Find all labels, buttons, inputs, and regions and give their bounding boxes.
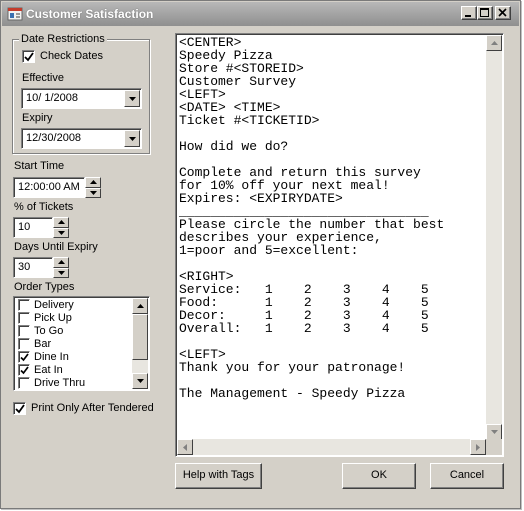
arrow-down-icon: [58, 271, 65, 275]
effective-date-value: 10/ 1/2008: [26, 92, 78, 104]
minimize-icon: [465, 15, 471, 17]
scrollbar-corner: [486, 439, 502, 455]
effective-label: Effective: [22, 72, 64, 84]
editor-horizontal-scrollbar[interactable]: [177, 439, 486, 455]
order-type-label: Delivery: [34, 299, 74, 311]
template-editor[interactable]: <CENTER> Speedy Pizza Store #<STOREID> C…: [175, 33, 504, 457]
order-types-scrollbar[interactable]: [132, 298, 148, 389]
app-icon: [7, 7, 23, 21]
arrow-up-icon: [90, 180, 97, 184]
order-type-checkbox[interactable]: [18, 312, 30, 324]
check-mark-icon: [15, 404, 25, 414]
close-button[interactable]: [495, 6, 511, 20]
help-with-tags-button[interactable]: Help with Tags: [175, 463, 262, 489]
maximize-icon: [480, 8, 489, 17]
effective-dropdown-button[interactable]: [124, 90, 140, 107]
arrow-left-icon: [183, 444, 187, 451]
order-type-checkbox[interactable]: [18, 338, 30, 350]
arrow-up-icon: [58, 260, 65, 264]
arrow-right-icon: [476, 444, 480, 451]
ok-button[interactable]: OK: [342, 463, 416, 489]
order-type-label: Eat In: [34, 364, 63, 376]
check-dates-label: Check Dates: [40, 50, 103, 62]
editor-vertical-scrollbar[interactable]: [486, 35, 502, 440]
order-type-label: Drive Thru: [34, 377, 86, 389]
start-time-value: 12:00:00 AM: [18, 181, 80, 193]
check-mark-icon: [24, 52, 34, 62]
arrow-up-icon: [491, 41, 498, 45]
effective-date-picker[interactable]: 10/ 1/2008: [21, 88, 142, 109]
order-types-scroll-thumb[interactable]: [132, 314, 148, 360]
title-bar[interactable]: Customer Satisfaction: [2, 2, 519, 26]
order-type-label: Pick Up: [34, 312, 72, 324]
arrow-up-icon: [58, 220, 65, 224]
days-until-expiry-up-button[interactable]: [53, 257, 69, 268]
chevron-down-icon: [129, 137, 136, 141]
arrow-down-icon: [491, 430, 498, 434]
arrow-down-icon: [58, 231, 65, 235]
order-types-scroll-down[interactable]: [132, 373, 148, 389]
print-only-after-tendered-label: Print Only After Tendered: [31, 402, 154, 414]
arrow-up-icon: [137, 304, 144, 308]
order-types-scroll-up[interactable]: [132, 298, 148, 314]
editor-scroll-down[interactable]: [486, 424, 502, 440]
order-types-items: Delivery Pick Up To Go Bar Dine In Eat In Driv…: [16, 299, 134, 389]
percent-tickets-label: % of Tickets: [14, 201, 74, 213]
editor-scroll-right[interactable]: [470, 439, 486, 455]
check-mark-icon: [20, 366, 29, 375]
editor-scroll-left[interactable]: [177, 439, 193, 455]
print-only-after-tendered-checkbox[interactable]: [13, 402, 26, 415]
start-time-input[interactable]: 12:00:00 AM: [13, 177, 85, 198]
days-until-expiry-input[interactable]: 30: [13, 257, 53, 278]
order-type-checkbox[interactable]: [18, 364, 30, 376]
order-type-checkbox[interactable]: [18, 377, 30, 389]
start-time-down-button[interactable]: [85, 188, 101, 198]
expiry-dropdown-button[interactable]: [124, 130, 140, 147]
order-type-checkbox[interactable]: [18, 299, 30, 311]
days-until-expiry-down-button[interactable]: [53, 268, 69, 278]
order-type-checkbox[interactable]: [18, 325, 30, 337]
window-title: Customer Satisfaction: [26, 7, 154, 21]
arrow-down-icon: [90, 191, 97, 195]
expiry-date-value: 12/30/2008: [26, 132, 82, 144]
editor-scroll-up[interactable]: [486, 35, 502, 51]
days-until-expiry-label: Days Until Expiry: [14, 241, 98, 253]
order-types-list[interactable]: Delivery Pick Up To Go Bar Dine In Eat In Driv…: [13, 296, 150, 391]
close-icon: [498, 8, 507, 17]
check-mark-icon: [20, 353, 29, 362]
start-time-up-button[interactable]: [85, 177, 101, 188]
start-time-label: Start Time: [14, 160, 65, 172]
dialog-window: Customer Satisfaction Date Restrictions …: [0, 0, 521, 509]
expiry-date-picker[interactable]: 12/30/2008: [21, 128, 142, 149]
order-types-label: Order Types: [14, 281, 75, 293]
arrow-down-icon: [137, 379, 144, 383]
percent-tickets-down-button[interactable]: [53, 228, 69, 238]
expiry-label: Expiry: [22, 112, 53, 124]
check-dates-checkbox[interactable]: [22, 50, 35, 63]
order-type-checkbox[interactable]: [18, 351, 30, 363]
minimize-button[interactable]: [461, 6, 477, 20]
percent-tickets-value: 10: [18, 221, 31, 233]
date-restrictions-label: Date Restrictions: [19, 33, 107, 45]
percent-tickets-input[interactable]: 10: [13, 217, 53, 238]
cancel-button[interactable]: Cancel: [430, 463, 504, 489]
order-type-label: Dine In: [34, 351, 69, 363]
chevron-down-icon: [129, 97, 136, 101]
order-type-label: To Go: [34, 325, 64, 337]
days-until-expiry-value: 30: [18, 261, 31, 273]
template-text[interactable]: <CENTER> Speedy Pizza Store #<STOREID> C…: [179, 36, 444, 400]
maximize-button[interactable]: [477, 6, 493, 20]
percent-tickets-up-button[interactable]: [53, 217, 69, 228]
order-type-label: Bar: [34, 338, 52, 350]
